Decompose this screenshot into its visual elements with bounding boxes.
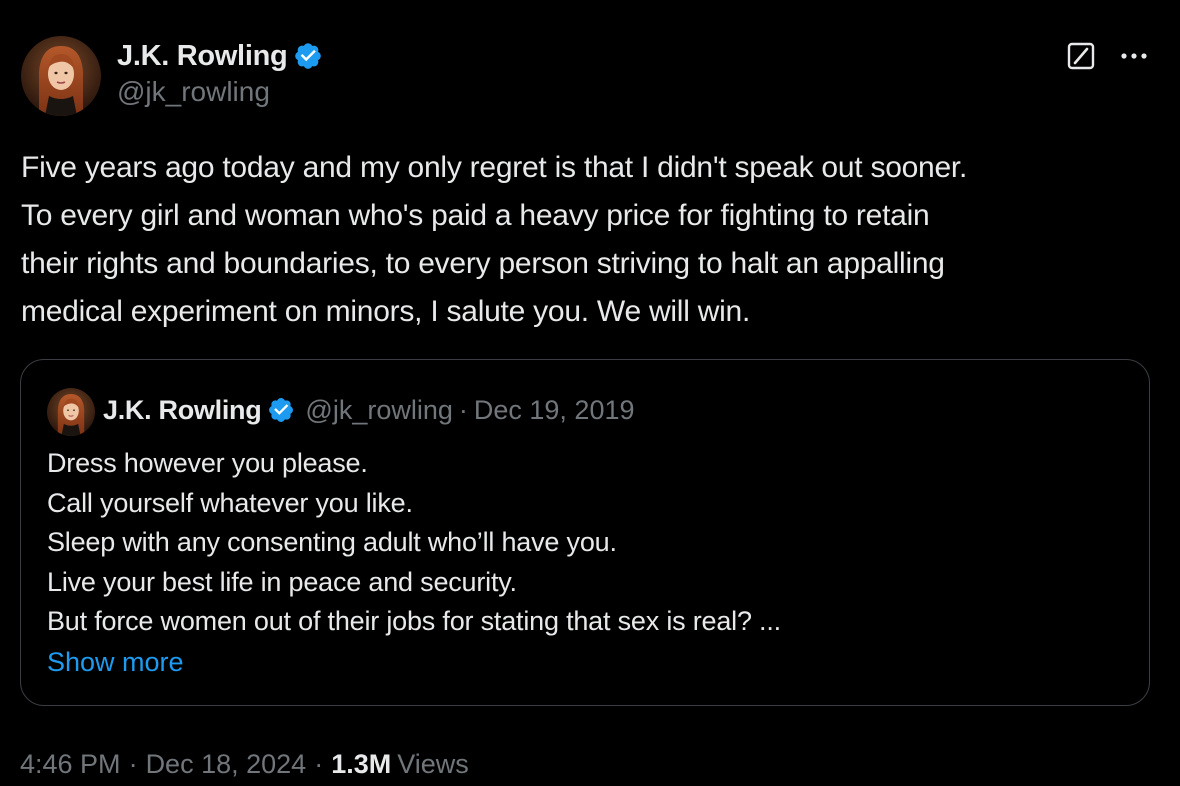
quoted-text-line: Sleep with any consenting adult who’ll h… — [47, 527, 617, 557]
avatar-image — [21, 36, 101, 116]
author-handle[interactable]: @jk_rowling — [117, 76, 323, 108]
author-block: J.K. Rowling @jk_rowling — [117, 38, 323, 108]
avatar[interactable] — [21, 36, 101, 116]
meta-separator: · — [128, 748, 138, 779]
grok-icon[interactable] — [1066, 41, 1096, 71]
tweet-text: Five years ago today and my only regret … — [21, 151, 968, 328]
quoted-verified-badge-icon — [267, 396, 295, 424]
show-more-link[interactable]: Show more — [47, 642, 1127, 682]
quoted-tweet[interactable]: J.K. Rowling @jk_rowling · Dec 19, 2019 … — [20, 359, 1150, 706]
views-count[interactable]: 1.3M — [331, 749, 391, 780]
quoted-text-line: But force women out of their jobs for st… — [47, 606, 781, 636]
author-name-row: J.K. Rowling — [117, 38, 323, 74]
tweet-date[interactable]: Dec 18, 2024 — [146, 749, 307, 780]
quoted-author-name[interactable]: J.K. Rowling — [103, 395, 262, 426]
quoted-text-line: Call yourself whatever you like. — [47, 487, 413, 518]
quoted-avatar[interactable] — [47, 388, 95, 436]
views-label: Views — [397, 748, 469, 779]
tweet-meta: 4:46 PM · Dec 18, 2024 · 1.3M Views — [20, 744, 469, 784]
tweet-time[interactable]: 4:46 PM — [20, 749, 121, 780]
more-options-icon[interactable] — [1117, 41, 1151, 71]
quoted-date[interactable]: Dec 19, 2019 — [474, 395, 635, 426]
quoted-separator: · — [458, 394, 468, 425]
quoted-header: J.K. Rowling @jk_rowling · Dec 19, 2019 — [103, 390, 635, 430]
quoted-avatar-image — [47, 388, 95, 436]
quoted-author-handle[interactable]: @jk_rowling — [305, 395, 452, 426]
quoted-text: Dress however you please. Call yourself … — [47, 444, 1127, 682]
meta-separator: · — [314, 748, 324, 779]
tweet: J.K. Rowling @jk_rowling Five years ago … — [0, 0, 1180, 786]
verified-badge-icon[interactable] — [293, 41, 323, 71]
author-name[interactable]: J.K. Rowling — [117, 40, 288, 73]
quoted-text-line: Live your best life in peace and securit… — [47, 566, 517, 597]
quoted-text-line: Dress however you please. — [47, 448, 368, 478]
